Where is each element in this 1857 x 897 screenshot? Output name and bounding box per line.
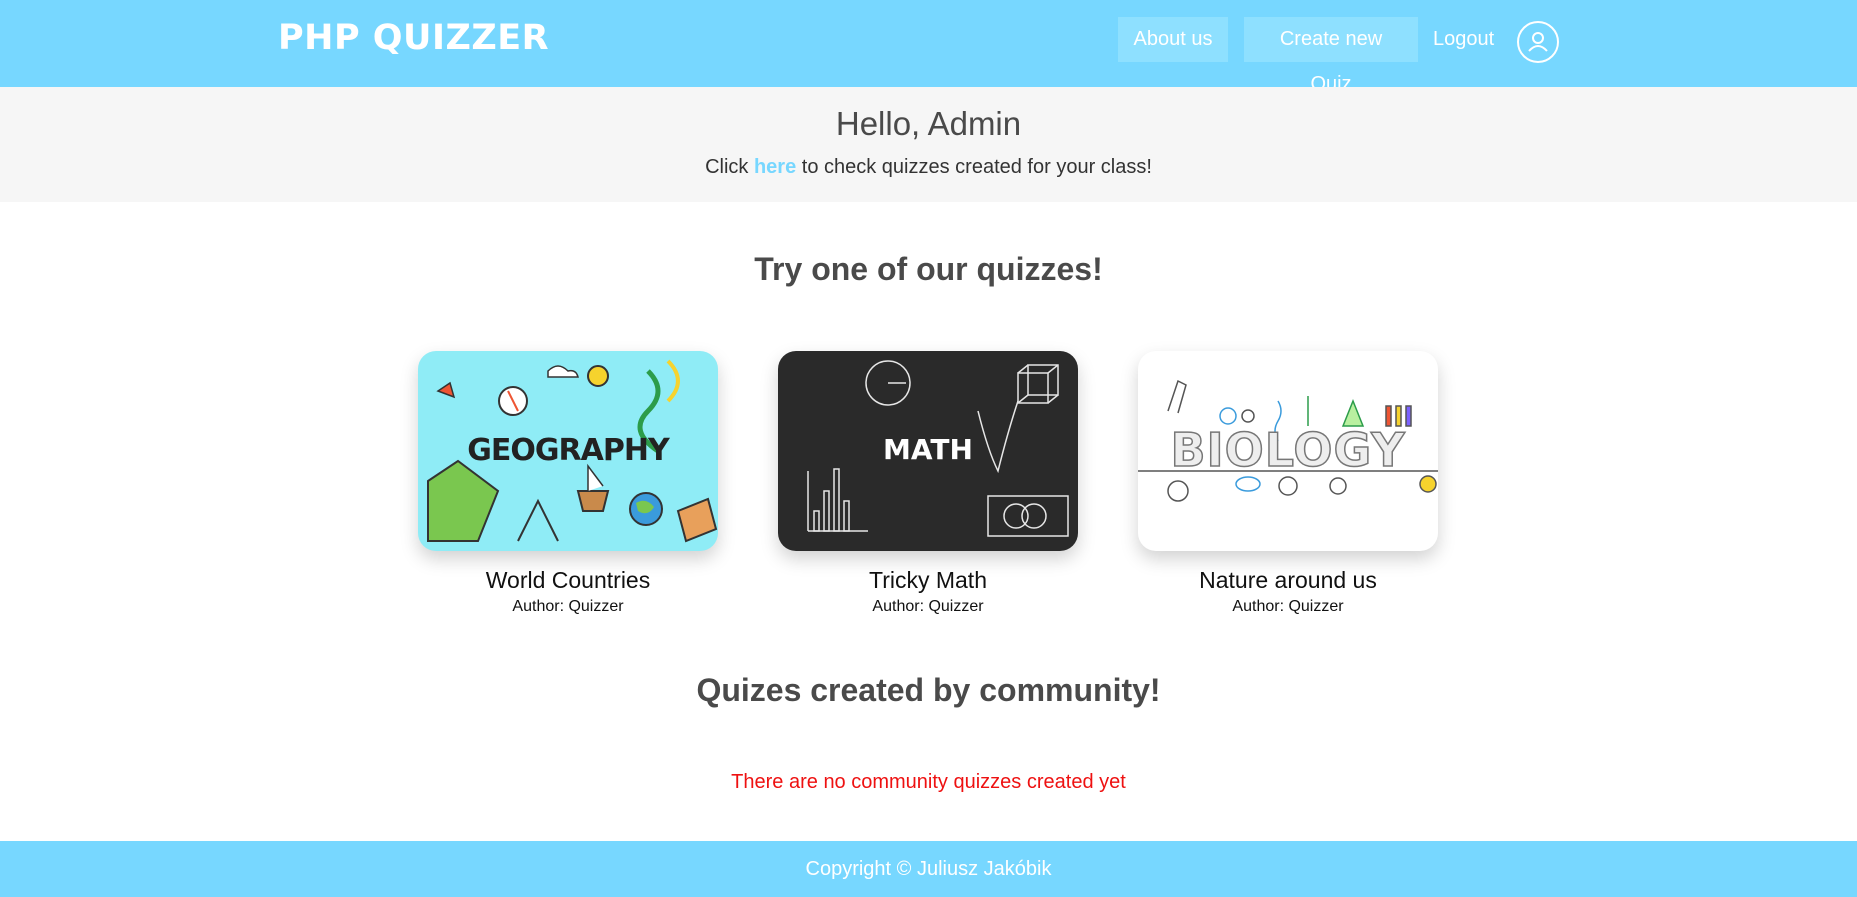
greeting-sub-after: to check quizzes created for your class! [796, 156, 1152, 178]
community-quizzes-title: Quizes created by community! [696, 672, 1161, 708]
top-navbar: PHP QUIZZER About us Create new Quiz Log… [0, 0, 1857, 95]
greeting-sub-before: Click [705, 156, 754, 178]
biology-image-word: BIOLOGY [1170, 422, 1406, 478]
footer: Copyright © Juliusz Jakóbik [0, 841, 1857, 897]
brand-logo[interactable]: PHP QUIZZER [278, 18, 549, 58]
quiz-card-title[interactable]: Nature around us [1138, 567, 1438, 594]
quiz-card-author: Author: Quizzer [872, 598, 984, 615]
quiz-card-title[interactable]: Tricky Math [778, 567, 1078, 594]
create-new-quiz-button[interactable]: Create new Quiz [1244, 17, 1418, 95]
quiz-card-title[interactable]: World Countries [418, 567, 718, 594]
geography-image-word: GEOGRAPHY [467, 433, 669, 468]
greeting-banner: Hello, Admin Click here to check quizzes… [0, 87, 1857, 202]
greeting-subtitle: Click here to check quizzes created for … [0, 156, 1857, 179]
greeting-title: Hello, Admin [835, 105, 1022, 142]
quiz-card-geography[interactable]: GEOGRAPHY World Countries Author: Quizze… [418, 351, 718, 616]
logout-link[interactable]: Logout [1433, 17, 1494, 62]
about-us-button[interactable]: About us [1118, 17, 1228, 62]
empty-community-message: There are no community quizzes created y… [731, 771, 1126, 793]
quiz-card-author: Author: Quizzer [512, 598, 624, 615]
class-quizzes-link[interactable]: here [754, 156, 796, 178]
biology-quiz-image[interactable]: BIOLOGY [1138, 351, 1438, 551]
quiz-card-math[interactable]: MATH Tricky Math Author: Quizzer [778, 351, 1078, 616]
user-avatar-button[interactable] [1517, 21, 1559, 63]
featured-quizzes-title: Try one of our quizzes! [754, 251, 1103, 287]
math-quiz-image[interactable]: MATH [778, 351, 1078, 551]
copyright-text: Copyright © Juliusz Jakóbik [805, 858, 1052, 880]
geography-quiz-image[interactable]: GEOGRAPHY [418, 351, 718, 551]
quiz-card-biology[interactable]: BIOLOGY Nature around us Author: Quizzer [1138, 351, 1438, 616]
quiz-card-author: Author: Quizzer [1232, 598, 1344, 615]
user-icon [1528, 32, 1548, 52]
math-image-word: MATH [883, 433, 973, 466]
